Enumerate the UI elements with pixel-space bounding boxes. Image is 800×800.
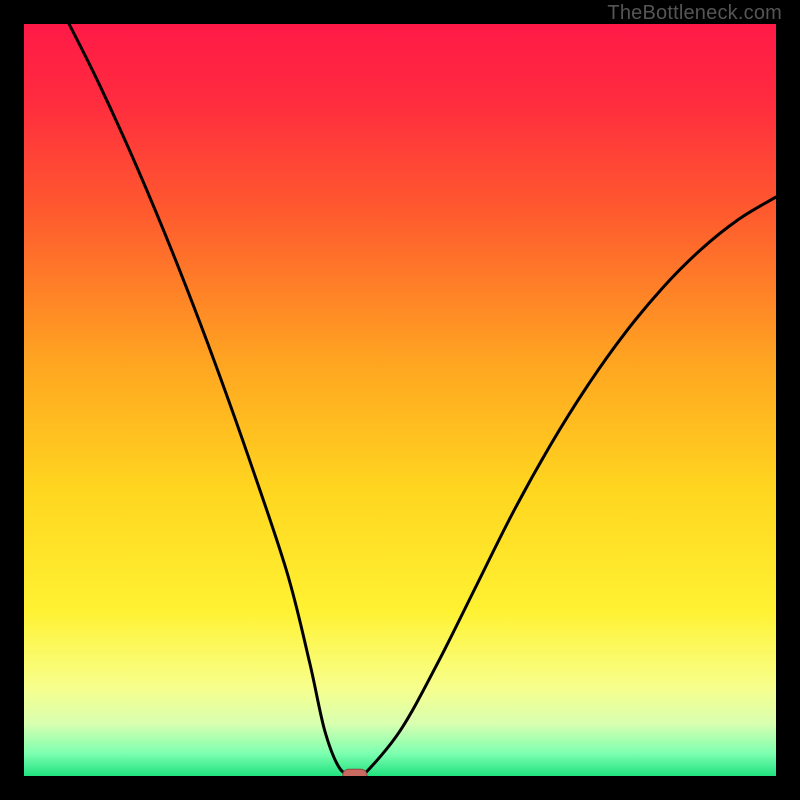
plot-svg	[24, 24, 776, 776]
gradient-background	[24, 24, 776, 776]
minimum-marker	[343, 769, 367, 776]
plot-area	[24, 24, 776, 776]
chart-frame: TheBottleneck.com	[0, 0, 800, 800]
watermark-text: TheBottleneck.com	[607, 2, 782, 25]
